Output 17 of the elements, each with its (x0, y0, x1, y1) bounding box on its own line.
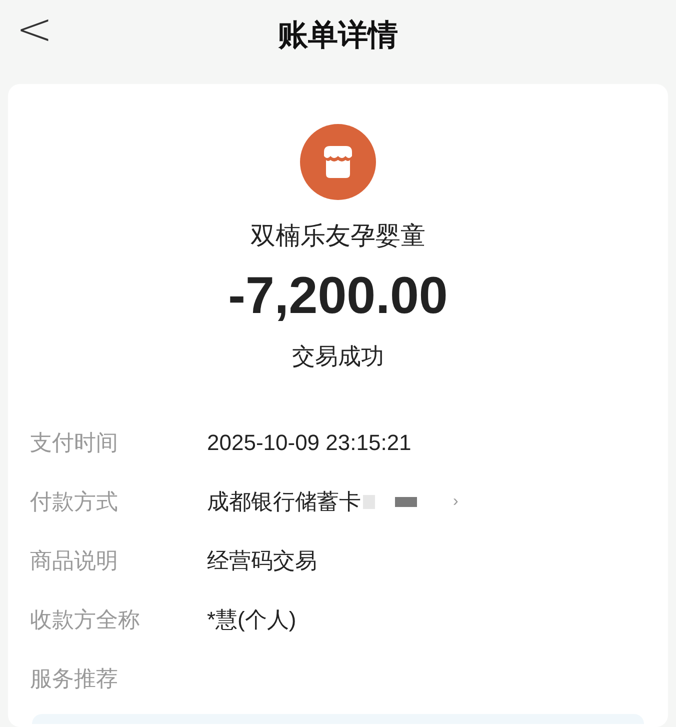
detail-value: 经营码交易 (207, 547, 317, 575)
transaction-status: 交易成功 (292, 342, 384, 370)
redaction-mark (395, 496, 417, 506)
detail-value: *慧(个人) (207, 606, 296, 634)
detail-label: 付款方式 (30, 488, 119, 516)
detail-label: 商品说明 (30, 547, 119, 575)
amount: -7,200.00 (228, 266, 448, 326)
detail-label: 支付时间 (30, 429, 119, 457)
merchant-name: 双楠乐友孕婴童 (250, 221, 426, 252)
redaction-mark (363, 494, 375, 508)
detail-value: 2025-10-09 23:15:21 (207, 429, 412, 457)
back-button[interactable]: < (12, 8, 57, 52)
shop-icon (300, 124, 376, 200)
detail-label: 收款方全称 (30, 606, 141, 634)
page-title: 账单详情 (278, 18, 398, 54)
detail-value: 成都银行储蓄卡 (207, 488, 361, 516)
detail-label: 服务推荐 (30, 665, 119, 693)
